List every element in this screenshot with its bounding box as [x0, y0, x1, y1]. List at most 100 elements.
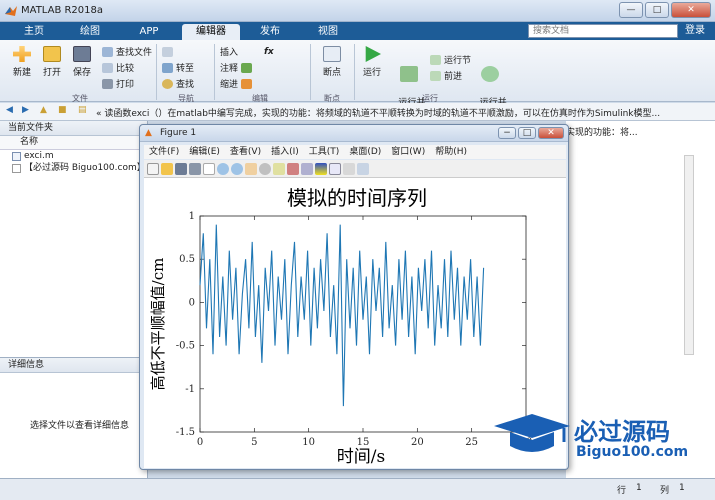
m-file-icon	[12, 152, 21, 161]
ribbon-separator	[310, 44, 311, 100]
figure-title-bar[interactable]: ▲ Figure 1 − □ ✕	[140, 125, 568, 142]
goto-button[interactable]: 转至	[162, 61, 194, 74]
breakpoints-label: 断点	[322, 68, 341, 78]
x-tick-label: 15	[357, 437, 370, 448]
details-title: 详细信息	[0, 358, 147, 373]
menu-window[interactable]: 窗口(W)	[386, 145, 430, 159]
breakpoints-button[interactable]: 断点	[316, 46, 348, 78]
save-button[interactable]: 保存	[68, 46, 96, 78]
indent-button[interactable]: 缩进	[220, 77, 253, 90]
menu-edit[interactable]: 编辑(E)	[184, 145, 225, 159]
close-button[interactable]: ✕	[671, 2, 711, 18]
fx-label: fx	[264, 46, 274, 57]
watermark: 必过源码 Biguo100.com	[490, 408, 700, 470]
figure-close-button[interactable]: ✕	[538, 127, 564, 139]
link-icon[interactable]	[301, 162, 313, 175]
details-message: 选择文件以查看详细信息	[30, 421, 130, 431]
figure-menu-bar: 文件(F) 编辑(E) 查看(V) 插入(I) 工具(T) 桌面(D) 窗口(W…	[144, 145, 566, 159]
save-disk-icon	[73, 46, 91, 62]
save-icon[interactable]	[175, 162, 187, 175]
goto-icon	[162, 62, 173, 73]
nav-back-button[interactable]	[162, 45, 173, 58]
find-files-label: 查找文件	[116, 48, 153, 58]
forward-arrow-icon[interactable]: ▶	[22, 105, 29, 115]
find-label: 查找	[176, 80, 195, 90]
zoom-in-icon[interactable]	[217, 162, 229, 175]
x-axis-label: 时间/s	[337, 447, 385, 467]
file-name: exci.m	[24, 151, 54, 161]
data-cursor-icon[interactable]	[273, 162, 285, 175]
menu-tools[interactable]: 工具(T)	[304, 145, 345, 159]
open-button[interactable]: 打开	[38, 46, 66, 78]
figure-maximize-button[interactable]: □	[518, 127, 536, 139]
back-arrow-icon[interactable]: ◀	[6, 105, 13, 115]
tab-view[interactable]: 视图	[306, 24, 350, 40]
run-section-label: 运行节	[444, 56, 472, 66]
tab-plots[interactable]: 绘图	[70, 24, 110, 40]
colorbar-icon[interactable]	[315, 162, 327, 175]
up-folder-icon[interactable]: ▲	[40, 105, 47, 115]
col-label: 列	[660, 486, 670, 496]
comment-button[interactable]: 注释	[220, 61, 253, 74]
compare-button[interactable]: 比较	[102, 61, 134, 74]
advance-button[interactable]: 前进	[430, 69, 462, 82]
open-icon[interactable]	[161, 162, 173, 175]
run-advance-icon	[400, 66, 418, 82]
tab-apps[interactable]: APP	[126, 24, 172, 40]
advance-label: 前进	[444, 72, 463, 82]
tab-home[interactable]: 主页	[14, 24, 54, 40]
login-button[interactable]: 登录	[680, 24, 710, 38]
menu-view[interactable]: 查看(V)	[225, 145, 266, 159]
rotate-icon[interactable]	[259, 162, 271, 175]
maximize-button[interactable]: □	[645, 2, 669, 18]
print-button[interactable]: 打印	[102, 77, 134, 90]
fx-button[interactable]: fx	[264, 45, 274, 58]
search-input[interactable]: 搜索文档	[528, 24, 678, 38]
menu-file[interactable]: 文件(F)	[144, 145, 184, 159]
print-icon	[102, 78, 113, 89]
find-files-icon	[102, 46, 113, 57]
run-section-icon	[430, 54, 441, 65]
browse-folder-icon[interactable]: ■	[58, 105, 67, 115]
tab-publish[interactable]: 发布	[248, 24, 292, 40]
menu-insert[interactable]: 插入(I)	[266, 145, 304, 159]
print-icon[interactable]	[189, 162, 201, 175]
menu-help[interactable]: 帮助(H)	[430, 145, 472, 159]
ribbon-separator	[156, 44, 157, 100]
comment-percent-icon	[241, 62, 253, 73]
minimize-button[interactable]: —	[619, 2, 643, 18]
run-button[interactable]: 运行	[358, 46, 386, 78]
comment-label: 注释	[220, 64, 239, 74]
folder-path-text: « 读函数exci（）在matlab中编写完成，实现的功能：将频域的轨道不平顺转…	[96, 109, 661, 119]
title-bar: MATLAB R2018a — □ ✕	[0, 0, 715, 22]
pan-icon[interactable]	[245, 162, 257, 175]
insert-button[interactable]: 插入	[220, 45, 238, 58]
new-plus-icon	[13, 46, 31, 62]
menu-desktop[interactable]: 桌面(D)	[344, 145, 386, 159]
name-column-header[interactable]: 名称	[0, 136, 147, 150]
pointer-icon[interactable]	[203, 162, 215, 175]
vertical-scrollbar[interactable]	[684, 155, 694, 355]
ribbon-separator	[354, 44, 355, 100]
list-item[interactable]: 【必过源码 Biguo100.com】	[0, 162, 147, 174]
find-files-button[interactable]: 查找文件	[102, 45, 152, 58]
tab-editor[interactable]: 编辑器	[182, 24, 240, 40]
breakpoints-icon	[323, 46, 341, 62]
run-play-icon	[365, 46, 381, 62]
figure-minimize-button[interactable]: −	[498, 127, 516, 139]
brush-icon[interactable]	[287, 162, 299, 175]
current-folder-panel: 当前文件夹 名称 exci.m 【必过源码 Biguo100.com】	[0, 121, 148, 357]
show-plot-tools-icon[interactable]	[357, 162, 369, 175]
current-folder-address-bar[interactable]: ◀ ▶ ▲ ■ ▤ « 读函数exci（）在matlab中编写完成，实现的功能：…	[0, 103, 715, 121]
zoom-out-icon[interactable]	[231, 162, 243, 175]
new-button[interactable]: 新建	[8, 46, 36, 78]
run-section-button[interactable]: 运行节	[430, 53, 471, 66]
new-figure-icon[interactable]	[147, 162, 159, 175]
insert-label: 插入	[220, 48, 239, 58]
ribbon-separator	[214, 44, 215, 100]
find-button[interactable]: 查找	[162, 77, 194, 90]
hide-plot-tools-icon[interactable]	[343, 162, 355, 175]
legend-icon[interactable]	[329, 162, 341, 175]
y-tick-label: -0.5	[176, 341, 195, 352]
list-item[interactable]: exci.m	[0, 150, 147, 162]
